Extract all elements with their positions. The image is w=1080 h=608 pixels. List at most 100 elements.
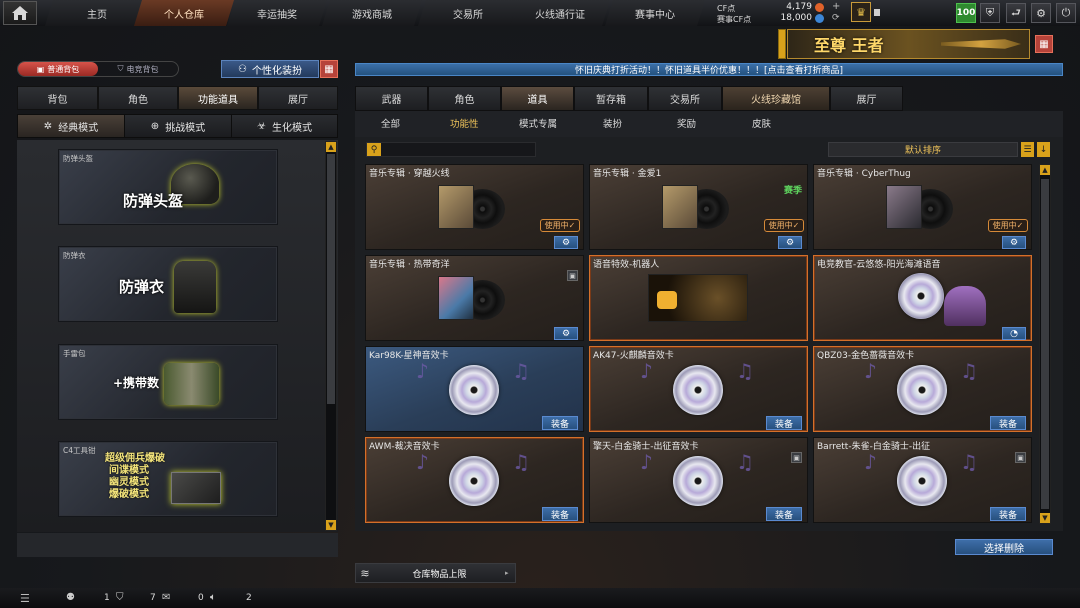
- equip-button[interactable]: 装备: [990, 507, 1026, 521]
- event-cf-label: 赛事CF点: [717, 15, 752, 24]
- item-card[interactable]: 音乐专辑 · 穿越火线 使用中✓ ⚙: [365, 164, 584, 250]
- sort-direction-icon[interactable]: ↓: [1037, 142, 1050, 157]
- item-settings-button[interactable]: ⚙: [1002, 236, 1026, 249]
- item-card[interactable]: 语音特效-机器人: [589, 255, 808, 341]
- nav-tab-3[interactable]: 游戏商城: [322, 0, 422, 26]
- left-tab-0[interactable]: 背包: [17, 86, 98, 110]
- customize-button[interactable]: ⚇ 个性化装扮: [221, 60, 319, 78]
- nav-tab-4[interactable]: 交易所: [418, 0, 518, 26]
- menu-icon[interactable]: ☰: [20, 592, 30, 605]
- nav-tab-1[interactable]: 个人仓库: [134, 0, 234, 26]
- right-tab-5[interactable]: 火线珍藏馆: [722, 86, 830, 111]
- grid-view-button[interactable]: ▦: [1035, 35, 1053, 53]
- search-box[interactable]: ⚲: [366, 142, 536, 157]
- capacity-bar[interactable]: ≋ 仓库物品上限 ▸: [355, 563, 516, 583]
- music-note-icon: ♫: [512, 359, 530, 383]
- sort-dropdown[interactable]: 默认排序: [828, 142, 1018, 157]
- item-name: 音乐专辑 · 穿越火线: [369, 169, 450, 179]
- search-input[interactable]: [381, 143, 535, 156]
- left-item-card[interactable]: 防弹头盔 防弹头盔: [58, 149, 278, 225]
- vip-badge-icon[interactable]: ♛: [851, 2, 871, 22]
- player-level-badge[interactable]: 100: [956, 3, 976, 23]
- left-scrollbar[interactable]: ▲ ▼: [325, 141, 337, 531]
- mode-tab-1[interactable]: ⊕ 挑战模式: [124, 114, 232, 138]
- rank-banner[interactable]: 至尊 王者: [787, 29, 1030, 59]
- rank-shield-icon[interactable]: ⛨: [980, 3, 1000, 23]
- item-caption: 防弹头盔: [63, 154, 93, 163]
- item-card[interactable]: 音乐专辑 · CyberThug 使用中✓ ⚙: [813, 164, 1032, 250]
- equip-button[interactable]: 装备: [766, 507, 802, 521]
- item-card[interactable]: AWM-裁决音效卡 ♪ ♫ 装备: [365, 437, 584, 523]
- music-note-icon: ♫: [960, 359, 978, 383]
- nav-tab-0[interactable]: 主页: [45, 0, 149, 26]
- equip-button[interactable]: 装备: [542, 416, 578, 430]
- left-grid-button[interactable]: ▦: [320, 60, 338, 78]
- subtab-5[interactable]: 皮肤: [752, 116, 771, 130]
- friends-icon[interactable]: ⚉: [66, 592, 75, 603]
- item-card[interactable]: Barrett-朱雀-白金骑士-出征 ♪ ♫ ▣ 装备: [813, 437, 1032, 523]
- scroll-up-arrow[interactable]: ▲: [326, 142, 336, 152]
- grid-scroll-up-arrow[interactable]: ▲: [1040, 165, 1050, 175]
- equip-button[interactable]: 装备: [542, 507, 578, 521]
- right-tab-2[interactable]: 道具: [501, 86, 574, 111]
- item-card[interactable]: 擎天-白金骑士-出征音效卡 ♪ ♫ ▣ 装备: [589, 437, 808, 523]
- left-item-card[interactable]: 手雷包 +携带数: [58, 344, 278, 420]
- item-settings-button[interactable]: ⚙: [778, 236, 802, 249]
- app-window: 主页 个人仓库 幸运抽奖 游戏商城 交易所 火线通行证 赛事中心 CF点 4,179 赛事C…: [0, 0, 1080, 608]
- cf-points-label: CF点: [717, 4, 736, 13]
- mode-tab-0[interactable]: ✲ 经典模式: [17, 114, 125, 138]
- voice-play-button[interactable]: ◔: [1002, 327, 1026, 340]
- subtab-1[interactable]: 功能性: [450, 116, 479, 130]
- chat-icon[interactable]: ✉: [162, 592, 170, 603]
- speaker-icon[interactable]: 🔈︎: [210, 592, 216, 603]
- vest-icon: [174, 261, 216, 313]
- scroll-thumb[interactable]: [327, 154, 335, 404]
- subtab-0[interactable]: 全部: [381, 116, 400, 130]
- left-tab-3[interactable]: 展厅: [258, 86, 338, 110]
- equip-button[interactable]: 装备: [766, 416, 802, 430]
- scroll-down-arrow[interactable]: ▼: [326, 520, 336, 530]
- item-card[interactable]: AK47-火麒麟音效卡 ♪ ♫ 装备: [589, 346, 808, 432]
- normal-bag-toggle[interactable]: ▣ 普通背包: [18, 62, 98, 76]
- speaker-count: 2: [246, 593, 252, 603]
- exit-room-icon[interactable]: ⮐: [1006, 3, 1026, 23]
- right-tab-0[interactable]: 武器: [355, 86, 428, 111]
- right-tab-1[interactable]: 角色: [428, 86, 501, 111]
- equip-button[interactable]: 装备: [990, 416, 1026, 430]
- subtab-2[interactable]: 模式专属: [519, 116, 557, 130]
- nav-tab-5[interactable]: 火线通行证: [510, 0, 610, 26]
- home-button[interactable]: [3, 1, 37, 25]
- item-card[interactable]: Kar98K-星神音效卡 ♪ ♫ 装备: [365, 346, 584, 432]
- item-card[interactable]: 电竞教官-云悠悠-阳光海滩语音 ◔: [813, 255, 1032, 341]
- item-card[interactable]: QBZ03-金色蔷薇音效卡 ♪ ♫ 装备: [813, 346, 1032, 432]
- item-card[interactable]: 音乐专辑 · 热带奇洋 ▣ ⚙: [365, 255, 584, 341]
- grid-scroll-thumb[interactable]: [1041, 179, 1049, 509]
- list-view-icon[interactable]: ☰: [1021, 142, 1034, 157]
- right-tab-6[interactable]: 展厅: [830, 86, 903, 111]
- left-tab-1[interactable]: 角色: [98, 86, 178, 110]
- esports-bag-toggle[interactable]: ⛉ 电竞背包: [98, 62, 178, 76]
- item-settings-button[interactable]: ⚙: [554, 236, 578, 249]
- left-item-card[interactable]: C4工具钳 超级佣兵爆破 间谍模式 幽灵模式 爆破模式: [58, 441, 278, 517]
- item-card[interactable]: 音乐专辑 · 金爱1 赛季 使用中✓ ⚙: [589, 164, 808, 250]
- right-tab-3[interactable]: 暂存箱: [574, 86, 648, 111]
- mode-tab-2[interactable]: ☣ 生化模式: [231, 114, 338, 138]
- power-icon[interactable]: ⏻: [1056, 3, 1076, 23]
- item-settings-button[interactable]: ⚙: [554, 327, 578, 340]
- left-tab-2[interactable]: 功能道具: [178, 86, 258, 110]
- subtab-4[interactable]: 奖励: [677, 116, 696, 130]
- refresh-points-icon[interactable]: ⟳: [832, 13, 842, 23]
- nav-tab-2[interactable]: 幸运抽奖: [227, 0, 327, 26]
- subtab-3[interactable]: 装扮: [603, 116, 622, 130]
- batch-delete-button[interactable]: 选择删除: [955, 539, 1053, 555]
- right-scrollbar[interactable]: ▲ ▼: [1039, 164, 1051, 524]
- promo-banner[interactable]: 怀旧庆典打折活动！！怀旧道具半价优惠！！！[点击查看打折商品]: [355, 63, 1063, 76]
- nav-tab-6[interactable]: 赛事中心: [605, 0, 705, 26]
- grid-scroll-down-arrow[interactable]: ▼: [1040, 513, 1050, 523]
- left-item-card[interactable]: 防弹衣 防弹衣: [58, 246, 278, 322]
- right-tab-4[interactable]: 交易所: [648, 86, 722, 111]
- album-cover-image: [662, 185, 698, 229]
- settings-gear-icon[interactable]: ⚙: [1031, 3, 1051, 23]
- clan-icon[interactable]: ⛉: [116, 592, 124, 603]
- add-points-button[interactable]: +: [832, 2, 842, 12]
